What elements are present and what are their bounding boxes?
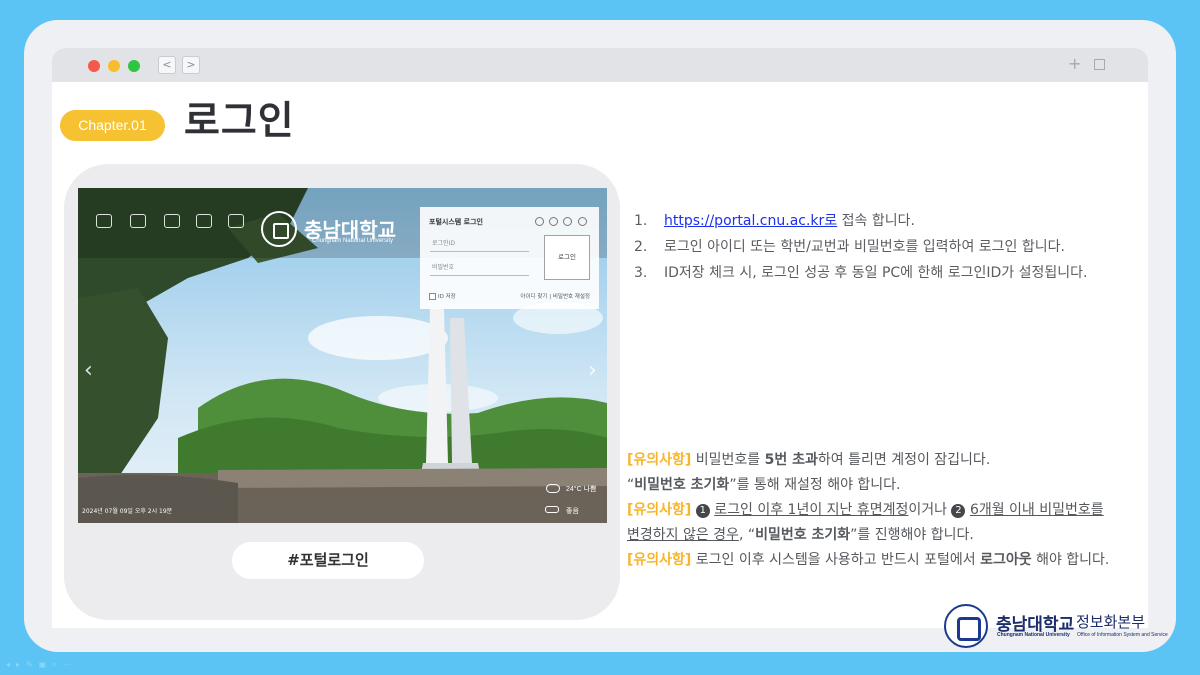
step-text: 접속 합니다. xyxy=(837,213,915,229)
note-underline: 로그인 이후 1년이 지난 휴면계정 xyxy=(714,502,909,518)
caution-tag: [유의사항] xyxy=(627,552,692,568)
home-icon[interactable] xyxy=(96,214,112,228)
note-emphasis: 비밀번호 초기화 xyxy=(755,527,851,543)
page-title: 로그인 xyxy=(184,99,295,144)
step-number: 3. xyxy=(634,265,648,281)
forward-button[interactable]: > xyxy=(182,56,200,74)
note-underline: 6개월 이내 비밀번호를 xyxy=(969,502,1104,518)
portal-logo-english: Chungnam National University xyxy=(312,238,394,244)
id-save-label: ID 저장 xyxy=(438,294,456,300)
tools-icon[interactable] xyxy=(228,214,244,228)
university-emblem-icon xyxy=(261,211,297,247)
note-text: 해야 합니다. xyxy=(1031,552,1110,568)
login-id-input[interactable]: 로그인ID xyxy=(430,238,529,252)
next-slide-icon[interactable]: › xyxy=(588,358,597,383)
prev-slide-icon[interactable]: ‹ xyxy=(84,358,93,383)
user-icon[interactable] xyxy=(563,217,572,226)
step-item: 2. 로그인 아이디 또는 학번/교번과 비밀번호를 입력하여 로그인 합니다. xyxy=(634,234,1087,260)
password-input[interactable]: 비밀번호 xyxy=(430,262,529,276)
portal-screenshot: 충남대학교 Chungnam National University 포털시스템… xyxy=(78,188,607,523)
step-text: 로그인 아이디 또는 학번/교번과 비밀번호를 입력하여 로그인 합니다. xyxy=(664,239,1065,255)
note-emphasis: 5번 초과 xyxy=(764,452,818,468)
air-quality-text: 좋음 xyxy=(566,508,579,515)
chapter-badge: Chapter.01 xyxy=(60,110,165,141)
note-text: 비밀번호를 xyxy=(691,452,765,468)
number-one-icon: 1 xyxy=(695,504,710,518)
close-window-icon[interactable] xyxy=(88,60,100,72)
step-number: 2. xyxy=(634,239,648,255)
note-text: 하여 틀리면 계정이 잠깁니다. xyxy=(817,452,991,468)
shield-icon[interactable] xyxy=(549,217,558,226)
note-emphasis: 로그아웃 xyxy=(980,552,1032,568)
portal-datetime: 2024년 07월 09일 오후 2시 19분 xyxy=(82,508,173,515)
maximize-window-icon[interactable] xyxy=(128,60,140,72)
note-line: [유의사항] 비밀번호를 5번 초과하여 틀리면 계정이 잠깁니다. xyxy=(627,448,1147,473)
key-icon[interactable] xyxy=(578,217,587,226)
browser-titlebar: < > + xyxy=(52,48,1148,82)
note-text: 로그인 이후 시스템을 사용하고 반드시 포털에서 xyxy=(691,552,981,568)
weather-icon xyxy=(546,484,560,493)
note-text: , “ xyxy=(738,527,756,543)
note-text: ”를 통해 재설정 해야 합니다. xyxy=(729,477,901,493)
gear-icon[interactable] xyxy=(196,214,212,228)
note-underline: 변경하지 않은 경우 xyxy=(627,527,739,543)
note-text: 이거나 xyxy=(908,502,948,518)
number-two-icon: 2 xyxy=(951,504,966,518)
caution-notes: [유의사항] 비밀번호를 5번 초과하여 틀리면 계정이 잠깁니다. “비밀번호… xyxy=(627,448,1147,573)
note-line: [유의사항] 로그인 이후 시스템을 사용하고 반드시 포털에서 로그아웃 해야… xyxy=(627,548,1147,573)
back-button[interactable]: < xyxy=(158,56,176,74)
note-line: [유의사항] 1 로그인 이후 1년이 지난 휴면계정이거나 2 6개월 이내 … xyxy=(627,498,1147,523)
login-panel-title: 포털시스템 로그인 xyxy=(429,218,483,226)
note-line: 변경하지 않은 경우, “비밀번호 초기화”를 진행해야 합니다. xyxy=(627,523,1147,548)
login-button[interactable]: 로그인 xyxy=(544,235,590,280)
air-quality-icon xyxy=(545,506,559,513)
caution-tag: [유의사항] xyxy=(627,502,692,518)
minimize-window-icon[interactable] xyxy=(108,60,120,72)
id-save-checkbox[interactable] xyxy=(429,293,436,300)
footer-university-english: Chungnam National University xyxy=(997,632,1070,638)
edit-icon[interactable] xyxy=(130,214,146,228)
window-mode-icon[interactable] xyxy=(1094,59,1105,70)
footer-department-english: Office of Information System and Service xyxy=(1077,632,1168,638)
new-tab-icon[interactable]: + xyxy=(1068,55,1081,73)
step-item: 1. https://portal.cnu.ac.kr로 접속 합니다. xyxy=(634,208,1087,234)
instruction-steps: 1. https://portal.cnu.ac.kr로 접속 합니다. 2. … xyxy=(634,208,1087,286)
weather-text: 24°C 나쁨 xyxy=(566,486,597,493)
portal-link[interactable]: https://portal.cnu.ac.kr로 xyxy=(664,213,837,229)
footer-department-name: 정보화본부 xyxy=(1076,613,1146,631)
find-id-reset-password-links[interactable]: 아이디 찾기 | 비밀번호 재설정 xyxy=(520,292,590,300)
step-text: ID저장 체크 시, 로그인 성공 후 동일 PC에 한해 로그인ID가 설정됩… xyxy=(664,265,1088,281)
hashtag-label: #포털로그인 xyxy=(232,542,424,579)
slide-toolbar[interactable]: ◂▸✎▣⌕⋯ xyxy=(6,660,77,670)
portal-login-panel: 포털시스템 로그인 로그인ID 비밀번호 로그인 ID 저장 아이디 찾기 | … xyxy=(420,207,599,309)
note-emphasis: 비밀번호 초기화 xyxy=(634,477,730,493)
caution-tag: [유의사항] xyxy=(627,452,692,468)
layers-icon[interactable] xyxy=(164,214,180,228)
step-item: 3. ID저장 체크 시, 로그인 성공 후 동일 PC에 한해 로그인ID가 … xyxy=(634,260,1087,286)
note-text: ”를 진행해야 합니다. xyxy=(850,527,974,543)
university-seal-icon xyxy=(944,604,988,648)
step-number: 1. xyxy=(634,213,648,229)
note-line: “비밀번호 초기화”를 통해 재설정 해야 합니다. xyxy=(627,473,1147,498)
info-icon[interactable] xyxy=(535,217,544,226)
